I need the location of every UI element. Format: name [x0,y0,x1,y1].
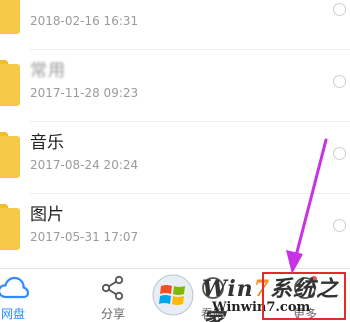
folder-icon [0,204,20,250]
compass-icon [200,275,226,305]
nav-tab-kanba[interactable]: 看吧 [178,269,248,322]
nav-label: 分享 [100,307,125,321]
select-radio[interactable] [333,219,346,232]
nav-tab-share[interactable]: 分享 [78,269,148,322]
file-row[interactable]: 2018-02-16 16:31 [0,0,350,50]
file-row[interactable]: 音乐 2017-08-24 20:24 [0,122,350,194]
file-row[interactable]: 常用 2017-11-28 09:23 [0,50,350,122]
file-date: 2018-02-16 16:31 [30,14,139,28]
file-list: 2018-02-16 16:31 常用 2017-11-28 09:23 音乐 … [0,0,350,268]
file-name: 常用 [30,61,66,81]
file-name: 图片 [30,205,64,225]
nav-label: 看吧 [200,307,225,321]
cloud-icon [0,275,30,305]
share-icon [100,275,126,305]
annotation-highlight-box [262,272,346,320]
select-radio[interactable] [333,147,346,160]
file-row[interactable]: 图片 2017-05-31 17:07 [0,194,350,266]
file-date: 2017-05-31 17:07 [30,230,139,244]
folder-icon [0,132,20,178]
file-date: 2017-11-28 09:23 [30,86,139,100]
select-radio[interactable] [333,3,346,16]
select-radio[interactable] [333,75,346,88]
file-name: 音乐 [30,133,64,153]
file-date: 2017-08-24 20:24 [30,158,139,172]
nav-tab-netdisk[interactable]: 网盘 [0,269,48,322]
folder-icon [0,0,20,34]
baidu-netdisk-screen: 2018-02-16 16:31 常用 2017-11-28 09:23 音乐 … [0,0,350,322]
folder-icon [0,60,20,106]
nav-label: 网盘 [0,307,25,321]
